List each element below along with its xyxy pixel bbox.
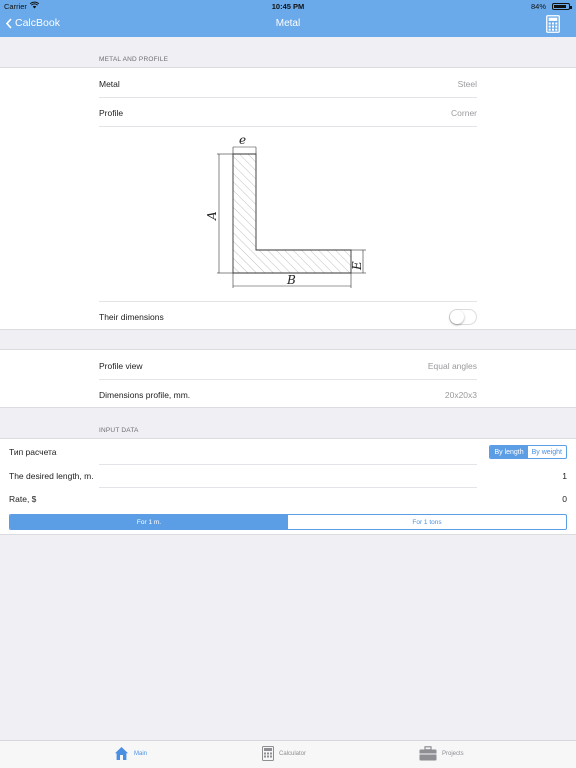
rate-row[interactable]: Rate, $ 0 bbox=[9, 487, 567, 511]
metal-row[interactable]: Metal Steel bbox=[99, 69, 477, 98]
briefcase-icon bbox=[419, 746, 437, 761]
dimension-b-label: B bbox=[286, 273, 296, 287]
dimensions-profile-row[interactable]: Dimensions profile, mm. 20x20x3 bbox=[99, 380, 477, 409]
calc-type-row: Тип расчета By length By weight bbox=[9, 440, 567, 464]
length-row[interactable]: The desired length, m. 1 bbox=[9, 464, 567, 488]
tab-bar: Main Calculator Projects bbox=[0, 740, 576, 768]
battery-percent: 84% bbox=[530, 2, 546, 11]
their-dimensions-toggle[interactable] bbox=[449, 308, 477, 325]
calc-type-segmented-control: By length By weight bbox=[489, 445, 567, 459]
profile-row[interactable]: Profile Corner bbox=[99, 98, 477, 127]
profile-view-label: Profile view bbox=[99, 360, 143, 371]
status-time: 10:45 PM bbox=[271, 2, 305, 11]
for-1-m-segment[interactable]: For 1 m. bbox=[10, 515, 288, 529]
page-title: Metal bbox=[275, 18, 301, 29]
metal-section-header: METAL AND PROFILE bbox=[99, 56, 169, 63]
calculator-icon bbox=[546, 15, 560, 33]
rate-label: Rate, $ bbox=[9, 494, 37, 504]
input-section-header: INPUT DATA bbox=[99, 427, 139, 434]
tab-main[interactable]: Main bbox=[114, 746, 147, 761]
home-icon bbox=[115, 747, 128, 760]
profile-value: Corner bbox=[451, 107, 477, 118]
tab-calculator[interactable]: Calculator bbox=[262, 746, 306, 761]
dimensions-profile-label: Dimensions profile, mm. bbox=[99, 389, 191, 400]
their-dimensions-label: Their dimensions bbox=[99, 311, 164, 322]
profile-view-row[interactable]: Profile view Equal angles bbox=[99, 351, 477, 380]
angle-section-shape bbox=[232, 153, 352, 274]
profile-view-group: Profile view Equal angles Dimensions pro… bbox=[0, 349, 576, 408]
calculator-button[interactable] bbox=[546, 15, 560, 38]
length-label: The desired length, m. bbox=[9, 471, 94, 481]
unit-segmented-control: For 1 m. For 1 tons bbox=[9, 514, 567, 530]
rate-input[interactable]: 0 bbox=[562, 494, 567, 504]
by-length-segment[interactable]: By length bbox=[490, 446, 528, 458]
battery-fill bbox=[554, 5, 566, 8]
metal-value: Steel bbox=[457, 78, 477, 89]
dimension-e-label: e bbox=[239, 133, 246, 147]
their-dimensions-row: Their dimensions bbox=[99, 302, 477, 331]
profile-label: Profile bbox=[99, 107, 124, 118]
status-bar: Carrier 10:45 PM 84% bbox=[0, 0, 576, 12]
metal-profile-group: Metal Steel Profile Corner e A B E Their… bbox=[0, 67, 576, 330]
length-input[interactable]: 1 bbox=[562, 471, 567, 481]
dimension-a-label: A bbox=[205, 211, 219, 221]
calculator-icon bbox=[262, 746, 274, 761]
tab-main-label: Main bbox=[134, 750, 148, 757]
tab-projects[interactable]: Projects bbox=[419, 746, 464, 761]
tab-projects-label: Projects bbox=[442, 750, 464, 757]
row-divider bbox=[99, 126, 477, 127]
profile-view-value: Equal angles bbox=[427, 360, 477, 371]
metal-label: Metal bbox=[99, 78, 120, 89]
navigation-bar: CalcBook Metal bbox=[0, 12, 576, 37]
dimension-E-label: E bbox=[350, 261, 364, 271]
battery-icon bbox=[552, 3, 572, 10]
dimensions-profile-value: 20x20x3 bbox=[444, 389, 477, 400]
tab-calculator-label: Calculator bbox=[279, 750, 307, 757]
angle-profile-diagram: e A B E bbox=[205, 133, 366, 288]
calc-type-label: Тип расчета bbox=[9, 447, 57, 457]
by-weight-segment[interactable]: By weight bbox=[528, 446, 566, 458]
toggle-knob bbox=[450, 309, 464, 324]
for-1-tons-segment[interactable]: For 1 tons bbox=[288, 515, 566, 529]
